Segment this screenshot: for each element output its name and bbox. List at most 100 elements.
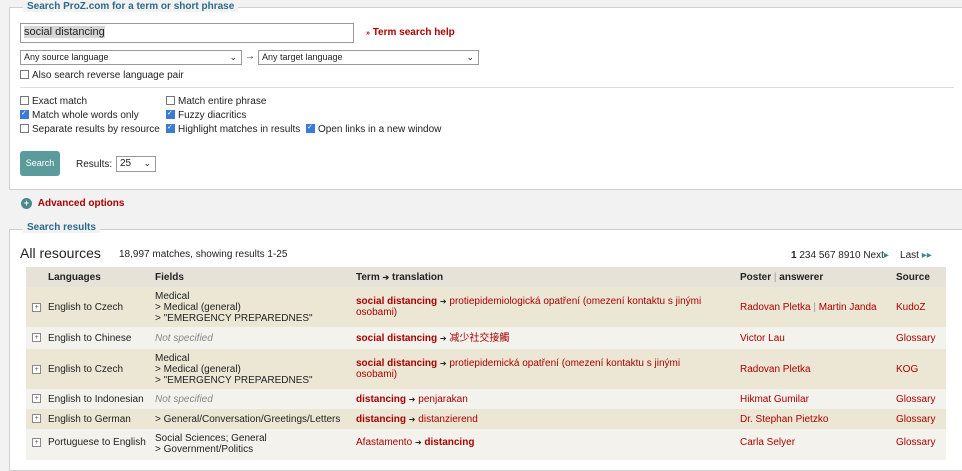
arrow-icon: ➔ <box>414 438 422 447</box>
expand-icon[interactable]: + <box>32 365 41 374</box>
exact-match-checkbox[interactable]: Exact match <box>20 95 87 107</box>
term-search-help-link[interactable]: » Term search help <box>366 27 455 38</box>
page-link[interactable]: 7 <box>830 250 836 261</box>
row-fields: Not specified <box>155 333 213 344</box>
next-link[interactable]: Next▸ <box>863 250 889 261</box>
row-term[interactable]: distancing ➔ penjarakan <box>356 394 468 405</box>
checkbox[interactable] <box>20 95 29 105</box>
column-header-fields: Fields <box>155 272 184 283</box>
checkbox[interactable] <box>20 123 29 133</box>
checkbox[interactable] <box>166 95 175 105</box>
row-poster[interactable]: Hikmat Gumilar <box>740 394 809 405</box>
row-source[interactable]: KOG <box>896 364 918 375</box>
row-fields: > General/Conversation/Greetings/Letters <box>155 414 341 425</box>
separate-results-checkbox[interactable]: Separate results by resource <box>20 123 160 135</box>
language-arrow: → <box>245 51 255 62</box>
row-source[interactable]: Glossary <box>896 437 935 448</box>
row-poster[interactable]: Dr. Stephan Pietzko <box>740 414 828 425</box>
chevron-down-icon: ⌄ <box>143 158 151 168</box>
row-term[interactable]: social distancing ➔ 减少社交接觸 <box>356 333 509 344</box>
checkbox-checked[interactable] <box>166 109 175 119</box>
plus-circle-icon: + <box>21 198 32 209</box>
row-languages: English to Czech <box>48 364 124 375</box>
table-row: + English to Chinese Not specified socia… <box>26 327 946 349</box>
expand-icon[interactable]: + <box>32 394 41 403</box>
results-summary: 18,997 matches, showing results 1-25 <box>119 249 288 260</box>
row-source[interactable]: Glossary <box>896 414 935 425</box>
search-button[interactable]: Search <box>20 151 60 176</box>
column-header-source: Source <box>896 272 930 283</box>
advanced-options-link[interactable]: + Advanced options <box>21 198 124 209</box>
row-languages: English to Czech <box>48 302 124 313</box>
expand-icon[interactable]: + <box>32 333 41 342</box>
results-per-page-select[interactable]: 25 ⌄ <box>116 156 156 172</box>
row-source[interactable]: Glossary <box>896 333 935 344</box>
checkbox-checked[interactable] <box>20 109 29 119</box>
divider <box>20 87 954 88</box>
arrow-icon: ➔ <box>439 334 447 343</box>
match-entire-phrase-checkbox[interactable]: Match entire phrase <box>166 95 266 107</box>
search-panel-legend: Search ProZ.com for a term or short phra… <box>23 1 239 12</box>
fuzzy-diacritics-checkbox[interactable]: Fuzzy diacritics <box>166 109 246 121</box>
table-row: + English to Czech Medical > Medical (ge… <box>26 349 946 389</box>
row-languages: English to Chinese <box>48 333 132 344</box>
expand-icon[interactable]: + <box>32 414 41 423</box>
row-poster[interactable]: Radovan Pletka <box>740 364 811 375</box>
arrow-right-icon: ▸ <box>883 250 889 261</box>
row-languages: English to Indonesian <box>48 394 144 405</box>
page-current: 1 <box>791 250 797 261</box>
column-header-poster: Poster | answerer <box>740 272 824 283</box>
reverse-pair-checkbox[interactable]: Also search reverse language pair <box>20 69 184 81</box>
whole-words-checkbox[interactable]: Match whole words only <box>20 109 139 121</box>
table-row: + English to German > General/Conversati… <box>26 409 946 429</box>
search-input-value: social distancing <box>24 26 105 38</box>
chevron-down-icon: ⌄ <box>466 52 474 62</box>
checkbox-checked[interactable] <box>306 123 315 133</box>
row-languages: Portuguese to English <box>48 437 146 448</box>
column-header-languages: Languages <box>48 272 101 283</box>
results-table-header: Languages Fields Term ➔ translation Post… <box>26 267 946 287</box>
highlight-matches-checkbox[interactable]: Highlight matches in results <box>166 123 300 135</box>
chevron-down-icon: ⌄ <box>229 52 237 62</box>
row-fields: Medical > Medical (general) > "EMERGENCY… <box>155 291 313 324</box>
search-input[interactable]: social distancing <box>20 23 354 43</box>
row-source[interactable]: KudoZ <box>896 302 925 313</box>
pagination: 1 234 567 8910 Next▸ Last ▸▸ <box>791 250 932 261</box>
results-label: Results: <box>76 159 113 170</box>
expand-icon[interactable]: + <box>32 438 41 447</box>
row-term[interactable]: social distancing ➔ protiepidemiologická… <box>356 296 726 318</box>
checkbox-checked[interactable] <box>166 123 175 133</box>
row-term[interactable]: social distancing ➔ protiepidemická opat… <box>356 358 726 380</box>
row-term[interactable]: Afastamento ➔ distancing <box>356 437 474 448</box>
results-heading: All resources <box>20 245 101 261</box>
table-row: + English to Czech Medical > Medical (ge… <box>26 287 946 327</box>
double-arrow-right-icon: ▸▸ <box>921 250 932 261</box>
row-poster[interactable]: Victor Lau <box>740 333 785 344</box>
target-language-select[interactable]: Any target language ⌄ <box>258 50 479 65</box>
page-link[interactable]: 10 <box>849 250 860 261</box>
row-poster[interactable]: Carla Selyer <box>740 437 795 448</box>
page-link[interactable]: 4 <box>810 250 816 261</box>
arrow-icon: ➔ <box>408 395 416 404</box>
row-poster[interactable]: Radovan Pletka | Martin Janda <box>740 302 877 313</box>
arrow-icon: ➔ <box>439 297 447 306</box>
table-row: + Portuguese to English Social Sciences;… <box>26 429 946 460</box>
arrow-icon: ➔ <box>439 359 447 368</box>
checkbox[interactable] <box>20 69 29 79</box>
row-term[interactable]: distancing ➔ distanzierend <box>356 414 478 425</box>
row-fields: Social Sciences; General > Government/Po… <box>155 433 267 455</box>
table-row: + English to Indonesian Not specified di… <box>26 389 946 409</box>
source-language-select[interactable]: Any source language ⌄ <box>20 50 242 65</box>
arrow-icon: ➔ <box>408 415 416 424</box>
new-window-checkbox[interactable]: Open links in a new window <box>306 123 441 135</box>
expand-icon[interactable]: + <box>32 303 41 312</box>
column-header-term: Term ➔ translation <box>356 272 444 283</box>
row-fields: Not specified <box>155 394 213 405</box>
last-link[interactable]: Last ▸▸ <box>900 250 932 261</box>
row-source[interactable]: Glossary <box>896 394 935 405</box>
row-languages: English to German <box>48 414 131 425</box>
arrow-icon: ➔ <box>382 273 390 282</box>
row-fields: Medical > Medical (general) > "EMERGENCY… <box>155 353 313 386</box>
results-panel-legend: Search results <box>23 222 100 233</box>
bullet-icon: » <box>366 30 370 37</box>
